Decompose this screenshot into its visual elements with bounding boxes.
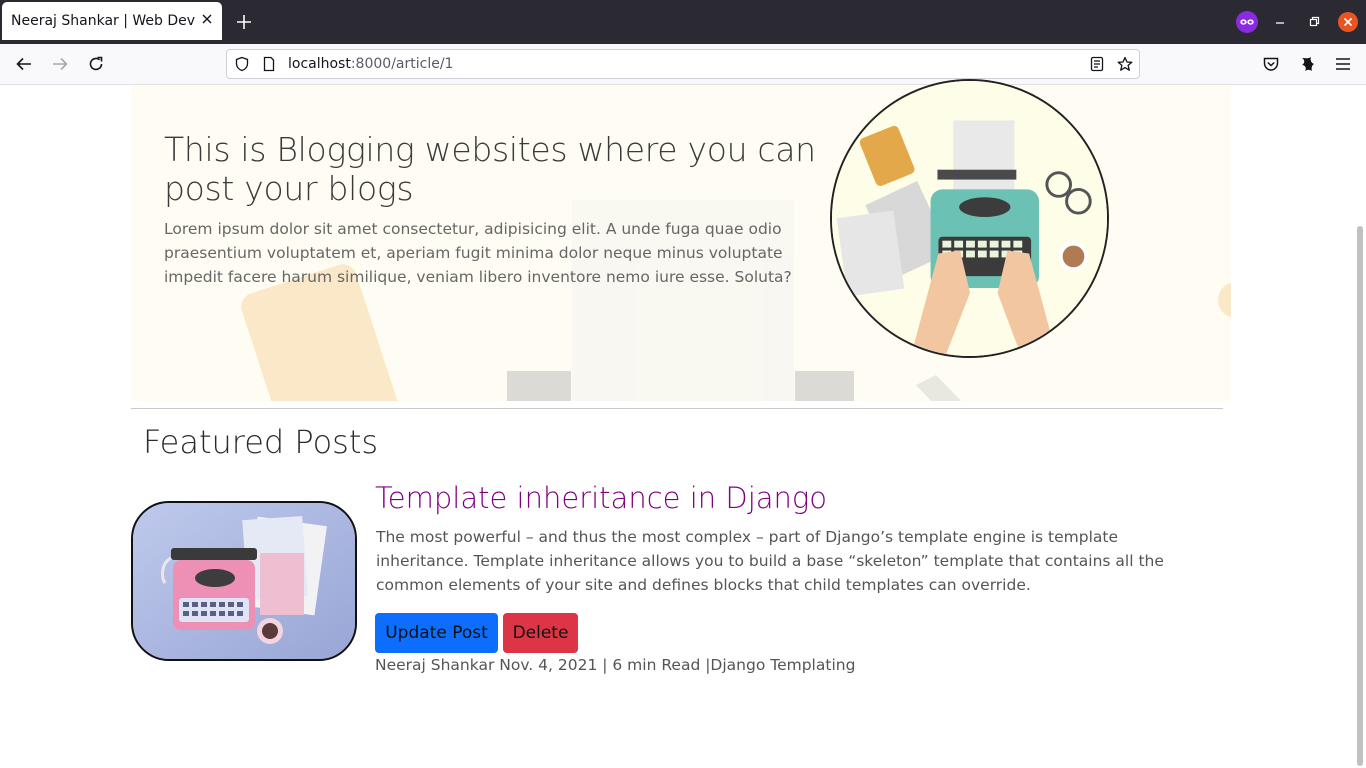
section-divider — [131, 408, 1223, 409]
new-tab-icon[interactable] — [235, 13, 253, 31]
shield-icon[interactable] — [234, 56, 250, 72]
back-arrow-icon[interactable] — [14, 54, 34, 74]
update-post-button[interactable]: Update Post — [375, 613, 498, 653]
typewriter-illustration — [832, 81, 1107, 356]
page-scrollbar-thumb[interactable] — [1357, 226, 1363, 766]
extension-icon[interactable] — [1297, 54, 1317, 74]
delete-post-button[interactable]: Delete — [503, 613, 578, 653]
forward-arrow-icon[interactable] — [50, 54, 70, 74]
close-tab-icon[interactable] — [200, 12, 214, 26]
close-window-button[interactable] — [1338, 12, 1358, 32]
post-title-link[interactable]: Template inheritance in Django — [375, 481, 827, 515]
minimize-window-icon[interactable] — [1272, 14, 1288, 30]
address-bar[interactable]: localhost:8000/article/1 — [226, 49, 1140, 79]
post-excerpt: The most powerful – and thus the most co… — [376, 528, 1164, 594]
post-meta: Neeraj Shankar Nov. 4, 2021 | 6 min Read… — [375, 656, 856, 674]
menu-hamburger-icon[interactable] — [1333, 54, 1353, 74]
url-path: :8000/article/1 — [350, 56, 454, 72]
bookmark-star-icon[interactable] — [1117, 56, 1133, 72]
pink-typewriter-illustration — [133, 503, 355, 659]
page-info-icon[interactable] — [261, 56, 277, 72]
browser-nav-bar: localhost:8000/article/1 — [0, 44, 1366, 85]
private-browsing-icon — [1236, 11, 1258, 33]
url-host: localhost — [288, 56, 351, 72]
browser-tab[interactable]: Neeraj Shankar | Web Developer — [2, 2, 222, 40]
browser-tab-bar: Neeraj Shankar | Web Developer — [0, 0, 1366, 44]
pocket-icon[interactable] — [1261, 54, 1281, 74]
tab-title: Neeraj Shankar | Web Developer — [11, 13, 195, 29]
restore-window-icon[interactable] — [1306, 14, 1322, 30]
post-thumbnail[interactable] — [131, 501, 357, 661]
close-window-icon — [1343, 17, 1353, 27]
url-text[interactable]: localhost:8000/article/1 — [288, 56, 453, 72]
hero-title: This is Blogging websites where you can … — [164, 130, 816, 208]
reload-icon[interactable] — [86, 54, 106, 74]
featured-posts-heading: Featured Posts — [143, 423, 379, 461]
hero-typewriter-image — [830, 79, 1109, 358]
reader-view-icon[interactable] — [1089, 56, 1105, 72]
hero-description: Lorem ipsum dolor sit amet consectetur, … — [164, 220, 792, 286]
